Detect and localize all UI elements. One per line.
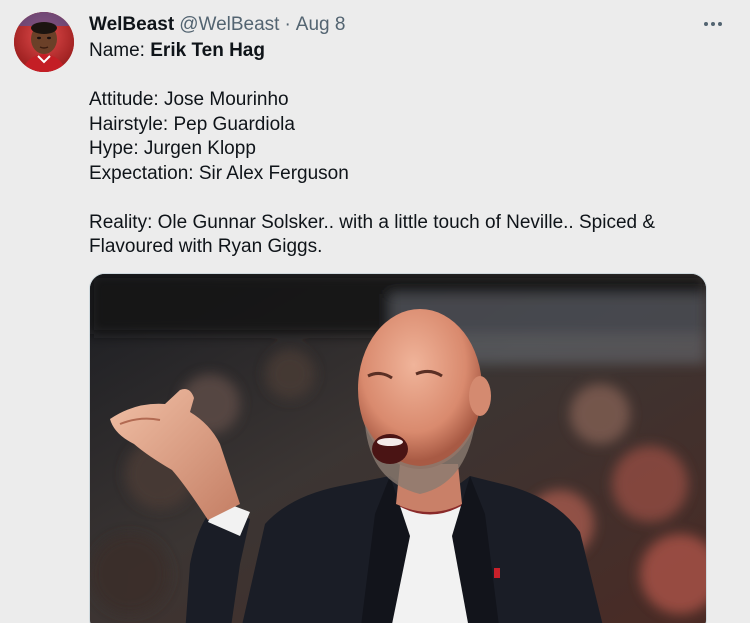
avatar-photo-icon [14, 12, 74, 72]
photo-image [90, 274, 706, 623]
hype-line: Hype: Jurgen Klopp [89, 138, 256, 159]
more-options-button[interactable] [698, 12, 728, 36]
name-line: Name: Erik Ten Hag [89, 39, 689, 64]
name-label: Name: [89, 40, 151, 61]
attitude-line: Attitude: Jose Mourinho [89, 89, 289, 110]
reality-line-1: Reality: Ole Gunnar Solsker.. with a lit… [89, 211, 656, 233]
name-value: Erik Ten Hag [150, 40, 265, 61]
expectation-line: Expectation: Sir Alex Ferguson [89, 162, 349, 184]
author-display-name[interactable]: WelBeast [89, 14, 174, 36]
tweet-header: WelBeast @WelBeast · Aug 8 [89, 12, 345, 38]
tweet-text: Name: Erik Ten Hag Attitude: Jose Mourin… [89, 39, 689, 260]
tweet-media-photo[interactable] [89, 273, 707, 623]
header-separator: · [284, 14, 291, 35]
reality-line-2: Flavoured with Ryan Giggs. [89, 236, 323, 257]
author-avatar[interactable] [14, 12, 74, 72]
hairstyle-line: Hairstyle: Pep Guardiola [89, 113, 295, 135]
tweet-timestamp[interactable]: Aug 8 [296, 14, 346, 36]
tweet[interactable]: WelBeast @WelBeast · Aug 8 Name: Erik Te… [0, 0, 750, 623]
author-handle[interactable]: @WelBeast [179, 14, 279, 36]
more-horizontal-icon [704, 22, 722, 26]
